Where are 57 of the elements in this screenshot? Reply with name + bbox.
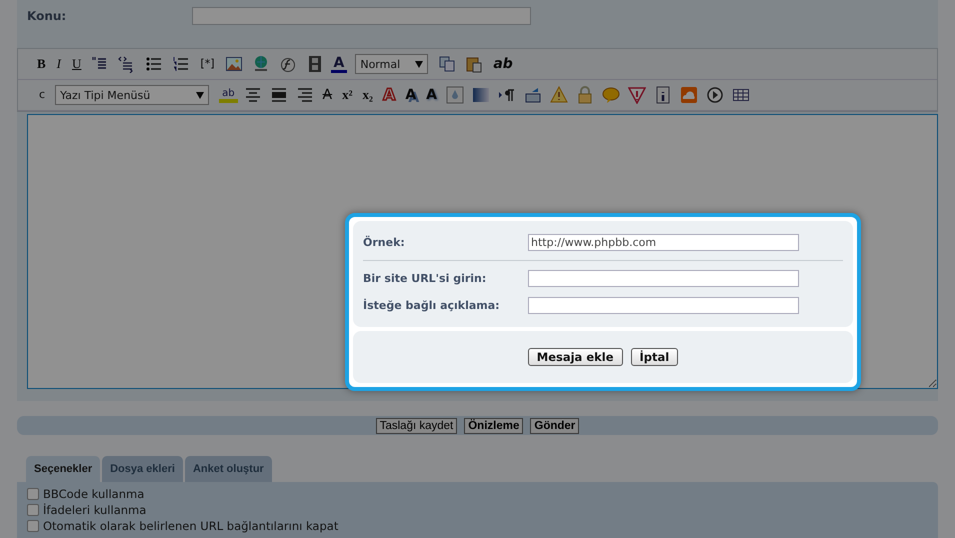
cloud-icon[interactable]	[680, 86, 698, 104]
example-label: Örnek:	[363, 236, 406, 249]
subject-field[interactable]	[192, 7, 531, 25]
highlight-button[interactable]: ab	[219, 88, 238, 102]
format-button[interactable]: B	[34, 56, 49, 72]
submit-button[interactable]: Taslağı kaydet	[376, 418, 458, 434]
copy-icon[interactable]	[438, 55, 456, 73]
flash-icon[interactable]	[278, 55, 296, 73]
image-icon[interactable]	[224, 55, 242, 73]
format-button[interactable]: I	[54, 56, 64, 72]
font-color-button[interactable]: A	[330, 56, 348, 72]
superscript-button[interactable]: x²	[339, 87, 356, 103]
tab[interactable]: Seçenekler	[26, 456, 100, 482]
dropdown[interactable]: Normal	[355, 54, 428, 74]
description-field[interactable]	[528, 297, 799, 314]
table-icon[interactable]	[732, 86, 750, 104]
url-field[interactable]	[528, 270, 799, 287]
play-icon[interactable]	[706, 86, 724, 104]
dialog-button[interactable]: Mesaja ekle	[528, 348, 623, 366]
paste-icon[interactable]	[465, 55, 484, 73]
shadow-text-button[interactable]: A	[402, 87, 420, 103]
url-label: Bir site URL'si girin:	[363, 272, 488, 285]
checkbox[interactable]	[27, 504, 39, 516]
submit-button[interactable]: Önizleme	[464, 418, 524, 434]
info-icon[interactable]	[654, 86, 672, 104]
numbered-list-icon[interactable]	[172, 55, 190, 73]
strikethrough-button[interactable]: A	[320, 87, 336, 103]
dialog-button[interactable]: İptal	[630, 348, 678, 366]
align-center-icon[interactable]	[244, 86, 262, 104]
caret-icon	[196, 92, 204, 98]
option-label: Otomatik olarak belirlenen URL bağlantılarını kapat	[43, 519, 338, 533]
subject-label: Konu:	[27, 9, 68, 23]
glow-text-button[interactable]: A	[423, 87, 440, 103]
drop-icon[interactable]	[446, 86, 464, 104]
caret-icon	[415, 60, 424, 68]
format-button[interactable]: c	[36, 87, 48, 103]
alert-triangle-icon[interactable]	[628, 86, 646, 104]
example-field[interactable]: http://www.phpbb.com	[528, 234, 799, 251]
subscript-button[interactable]: x₂	[360, 87, 376, 103]
option-label: İfadeleri kullanma	[43, 503, 146, 517]
option-label: BBCode kullanma	[43, 487, 144, 501]
align-right-icon[interactable]	[296, 86, 314, 104]
speech-bubble-icon[interactable]	[602, 86, 620, 104]
format-button[interactable]: U	[69, 56, 84, 72]
checkbox[interactable]	[27, 488, 39, 500]
submit-button[interactable]: Gönder	[530, 418, 580, 434]
warning-icon[interactable]	[550, 86, 568, 104]
bullet-list-icon[interactable]	[145, 55, 164, 73]
checkbox[interactable]	[27, 520, 39, 532]
description-label: İsteğe bağlı açıklama:	[363, 299, 501, 312]
inbox-icon[interactable]	[524, 86, 542, 104]
gradient-icon[interactable]	[472, 86, 490, 104]
lock-icon[interactable]	[576, 86, 594, 104]
dropdown[interactable]: Yazı Tipi Menüsü	[55, 85, 210, 105]
justify-icon[interactable]	[270, 86, 288, 104]
format-button[interactable]: [*]	[197, 56, 218, 72]
format-button[interactable]: ab	[490, 56, 516, 72]
